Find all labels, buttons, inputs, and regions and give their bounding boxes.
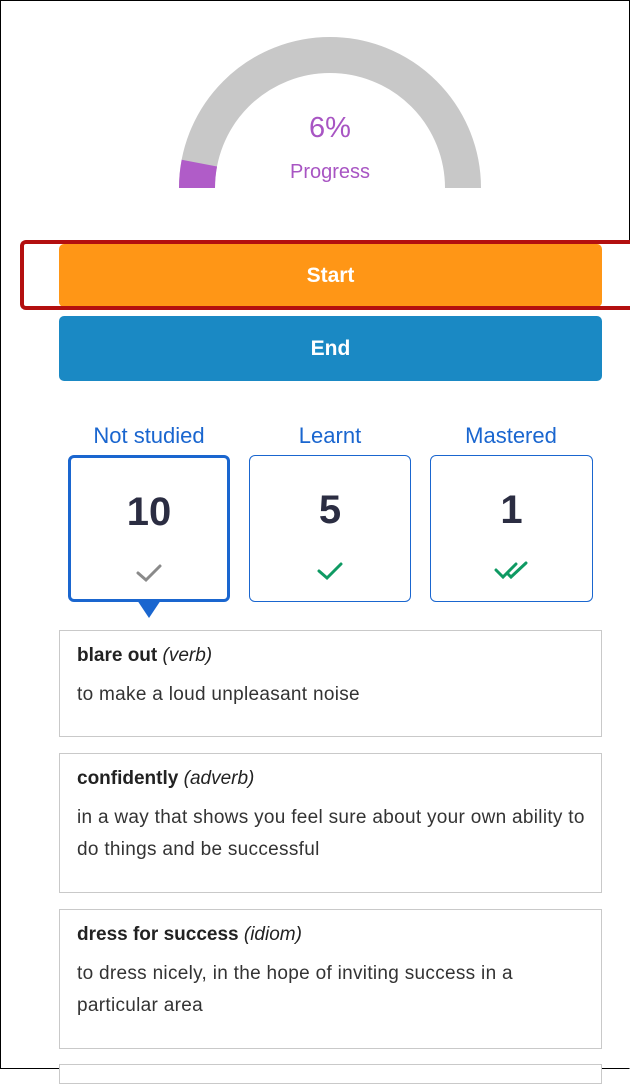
word-card[interactable]: blare out (verb) to make a loud unpleasa… <box>59 630 602 737</box>
not-studied-count: 10 <box>126 490 172 534</box>
word-card[interactable]: confidently (adverb) in a way that shows… <box>59 753 602 893</box>
mastered-count: 1 <box>500 488 523 532</box>
tab-not-studied[interactable]: 10 <box>68 455 230 602</box>
check-icon <box>317 562 343 581</box>
word-heading: confidently (adverb) <box>77 768 254 790</box>
word-heading: dress for success (idiom) <box>77 924 302 946</box>
word-term: confidently <box>77 768 179 789</box>
active-tab-pointer <box>137 600 161 618</box>
word-pos: (verb) <box>162 645 213 666</box>
start-button[interactable]: Start <box>59 244 602 307</box>
check-icon <box>136 564 162 583</box>
tab-learnt[interactable]: 5 <box>249 455 411 602</box>
word-pos: (idiom) <box>243 924 302 945</box>
tab-mastered-label: Mastered <box>465 423 557 448</box>
end-button[interactable]: End <box>59 316 602 381</box>
word-heading: blare out (verb) <box>77 645 212 667</box>
progress-gauge: 6% Progress <box>170 30 490 200</box>
word-card[interactable]: dress for success (idiom) to dress nicel… <box>59 909 602 1049</box>
tab-not-studied-label: Not studied <box>93 423 205 448</box>
word-term: dress for success <box>77 924 239 945</box>
word-definition: in a way that shows you feel sure about … <box>77 807 585 860</box>
progress-percent: 6% <box>309 112 351 144</box>
word-card[interactable] <box>59 1064 602 1084</box>
tab-learnt-label: Learnt <box>298 423 362 448</box>
double-check-icon <box>494 561 527 580</box>
word-term: blare out <box>77 645 158 666</box>
word-pos: (adverb) <box>183 768 255 789</box>
learnt-count: 5 <box>318 488 342 532</box>
progress-label: Progress <box>289 161 371 183</box>
word-definition: to make a loud unpleasant noise <box>77 684 360 705</box>
word-definition: to dress nicely, in the hope of inviting… <box>77 963 513 1016</box>
tab-mastered[interactable]: 1 <box>430 455 593 602</box>
